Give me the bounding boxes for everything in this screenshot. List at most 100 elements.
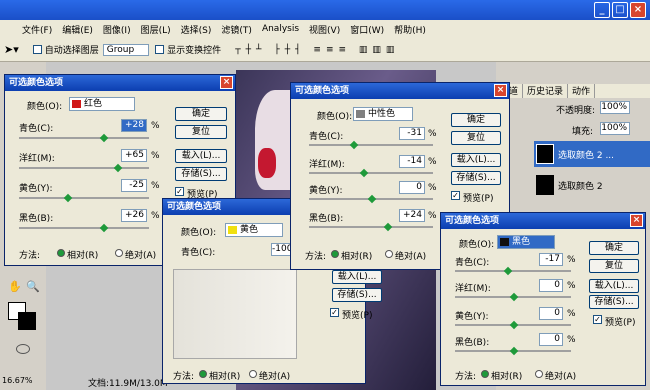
preview-checkbox[interactable]: ✓ (593, 315, 602, 324)
layer-row[interactable]: 选取颜色 2 ... (534, 141, 650, 167)
black-slider-thumb[interactable] (99, 223, 109, 233)
cyan-input[interactable]: +28 (121, 119, 147, 132)
magenta-input[interactable]: 0 (539, 279, 563, 292)
cyan-slider-thumb[interactable] (349, 140, 359, 150)
layer-row[interactable]: 选取颜色 2 (534, 172, 650, 198)
zoom-tool-icon[interactable]: 🔍 (26, 280, 40, 293)
magenta-slider-thumb[interactable] (113, 163, 123, 173)
preview-label: 预览(P) (605, 318, 636, 328)
yellow-input[interactable]: 0 (399, 181, 425, 194)
hand-tool-icon[interactable]: ✋ (8, 280, 22, 293)
close-icon[interactable]: × (494, 84, 507, 97)
black-input[interactable]: +26 (121, 209, 147, 222)
color-swatch (72, 100, 81, 108)
show-transform-checkbox[interactable] (155, 45, 165, 54)
menu-edit[interactable]: 编辑(E) (62, 23, 93, 36)
absolute-radio[interactable] (115, 249, 123, 257)
preview-checkbox[interactable]: ✓ (451, 191, 460, 200)
menu-layer[interactable]: 图层(L) (141, 23, 171, 36)
menu-image[interactable]: 图像(I) (103, 23, 131, 36)
black-slider[interactable] (19, 227, 149, 229)
reset-button[interactable]: 复位 (589, 259, 639, 273)
preview-checkbox[interactable]: ✓ (330, 308, 339, 317)
menu-view[interactable]: 视图(V) (309, 23, 340, 36)
opacity-input[interactable]: 100% (600, 101, 630, 114)
absolute-radio[interactable] (385, 250, 393, 258)
cyan-slider[interactable] (19, 137, 149, 139)
load-button[interactable]: 载入(L)... (451, 153, 501, 167)
menu-filter[interactable]: 滤镜(T) (221, 23, 252, 36)
cyan-slider-thumb[interactable] (503, 266, 513, 276)
reset-button[interactable]: 复位 (175, 125, 227, 139)
auto-select-checkbox[interactable] (32, 45, 42, 54)
minimize-button[interactable]: _ (594, 2, 610, 18)
load-button[interactable]: 载入(L)... (589, 279, 639, 293)
close-icon[interactable]: × (220, 76, 233, 89)
magenta-input[interactable]: -14 (399, 155, 425, 168)
quick-mask-icon[interactable] (16, 344, 30, 354)
magenta-label: 洋红(M): (19, 154, 55, 164)
yellow-slider-thumb[interactable] (509, 320, 519, 330)
menu-select[interactable]: 选择(S) (181, 23, 212, 36)
black-input[interactable]: 0 (539, 333, 563, 346)
yellow-slider[interactable] (19, 197, 149, 199)
close-icon[interactable]: × (630, 214, 643, 227)
load-button[interactable]: 载入(L)... (332, 270, 382, 284)
yellow-slider-thumb[interactable] (367, 194, 377, 204)
absolute-label: 绝对(A) (545, 372, 577, 382)
save-button[interactable]: 存储(S)... (175, 167, 227, 181)
black-slider-thumb[interactable] (509, 346, 519, 356)
cyan-input[interactable]: -31 (399, 127, 425, 140)
background-color[interactable] (18, 312, 36, 330)
color-select[interactable]: 黑色 (497, 235, 555, 249)
magenta-slider-thumb[interactable] (359, 168, 369, 178)
menu-file[interactable]: 文件(F) (22, 23, 52, 36)
ok-button[interactable]: 确定 (451, 113, 501, 127)
menu-help[interactable]: 帮助(H) (394, 23, 426, 36)
yellow-input[interactable]: 0 (539, 307, 563, 320)
group-select[interactable]: Group (102, 43, 150, 56)
color-select[interactable]: 中性色 (353, 107, 413, 121)
cyan-input[interactable]: -17 (539, 253, 563, 266)
color-select[interactable]: 黄色 (225, 223, 283, 237)
menu-analysis[interactable]: Analysis (262, 24, 299, 34)
yellow-input[interactable]: -25 (121, 179, 147, 192)
cyan-slider[interactable] (309, 144, 433, 146)
magenta-slider[interactable] (309, 172, 433, 174)
move-tool-icon[interactable]: ➤▾ (4, 43, 19, 56)
color-select[interactable]: 红色 (69, 97, 135, 111)
absolute-radio[interactable] (535, 370, 543, 378)
black-slider-thumb[interactable] (383, 222, 393, 232)
save-button[interactable]: 存储(S)... (332, 288, 382, 302)
magenta-slider[interactable] (19, 167, 149, 169)
pct-label: % (428, 211, 437, 221)
relative-radio[interactable] (481, 370, 489, 378)
relative-radio[interactable] (57, 249, 65, 257)
close-button[interactable]: × (630, 2, 646, 18)
yellow-slider-thumb[interactable] (63, 193, 73, 203)
ok-button[interactable]: 确定 (589, 241, 639, 255)
absolute-radio[interactable] (249, 370, 257, 378)
preview-checkbox[interactable]: ✓ (175, 187, 184, 196)
black-input[interactable]: +24 (399, 209, 425, 222)
fill-input[interactable]: 100% (600, 122, 630, 135)
cyan-slider[interactable] (455, 270, 571, 272)
dialog-title: 可选颜色选项 × (5, 75, 235, 91)
align-icons[interactable]: ┬┼┴ ├┼┤ ≡≡≡ ▥▥▥ (235, 45, 399, 55)
ok-button[interactable]: 确定 (175, 107, 227, 121)
tab-history[interactable]: 历史记录 (523, 84, 569, 98)
save-button[interactable]: 存储(S)... (589, 295, 639, 309)
black-slider[interactable] (309, 226, 433, 228)
layer-name: 选取颜色 2 (558, 181, 603, 192)
save-button[interactable]: 存储(S)... (451, 171, 501, 185)
load-button[interactable]: 载入(L)... (175, 149, 227, 163)
cyan-slider-thumb[interactable] (99, 133, 109, 143)
relative-radio[interactable] (199, 370, 207, 378)
reset-button[interactable]: 复位 (451, 131, 501, 145)
magenta-input[interactable]: +65 (121, 149, 147, 162)
magenta-slider-thumb[interactable] (509, 292, 519, 302)
tab-actions[interactable]: 动作 (568, 84, 596, 98)
maximize-button[interactable]: □ (612, 2, 628, 18)
relative-radio[interactable] (331, 250, 339, 258)
menu-window[interactable]: 窗口(W) (350, 23, 384, 36)
